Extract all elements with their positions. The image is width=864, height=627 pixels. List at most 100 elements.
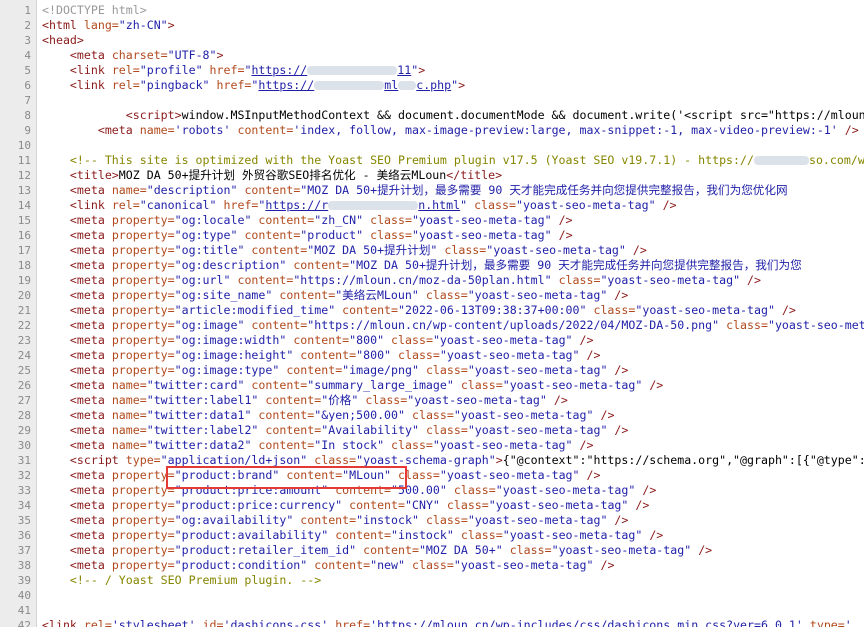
- code-token: content=: [258, 408, 315, 422]
- code-token: />: [781, 303, 796, 317]
- source-line: 23 <meta property="og:image:width" conte…: [0, 333, 864, 348]
- source-link[interactable]: https://r: [265, 198, 328, 212]
- line-number: 16: [17, 229, 31, 242]
- line-content: <meta name="twitter:card" content="summa…: [42, 378, 663, 393]
- source-line: 37 <meta property="product:retailer_item…: [0, 543, 864, 558]
- code-token: "twitter:label2": [146, 423, 266, 437]
- code-token: "instock": [391, 528, 461, 542]
- line-content: <meta name="twitter:label1" content="价格"…: [42, 393, 568, 408]
- code-token: <meta: [69, 468, 112, 482]
- code-token: content=: [265, 393, 322, 407]
- code-token: "summary_large_image": [307, 378, 461, 392]
- source-link[interactable]: ml: [384, 78, 398, 92]
- source-line: 12 <title>MOZ DA 50+提升计划 外贸谷歌SEO排名优化 - 美…: [0, 168, 864, 183]
- line-number: 20: [17, 289, 31, 302]
- line-number: 9: [24, 124, 31, 137]
- code-token: property=: [111, 543, 175, 557]
- code-token: class=: [314, 453, 357, 467]
- code-token: name=: [139, 123, 175, 137]
- code-token: property=: [111, 333, 175, 347]
- code-token: "yoast-seo-meta-tag": [407, 393, 554, 407]
- code-token: "description": [146, 183, 245, 197]
- code-token: "article:modified_time": [174, 303, 343, 317]
- code-token: "https://mloun.cn/moz-da-50plan.html": [293, 273, 559, 287]
- code-token: class=: [460, 378, 503, 392]
- line-content: <link rel="profile" href="https://11">: [42, 63, 425, 78]
- line-content: <meta property="og:availability" content…: [42, 513, 628, 528]
- source-line: 2 <html lang="zh-CN">: [0, 18, 864, 33]
- code-token: "yoast-seo-meta-tag": [412, 228, 559, 242]
- line-content: <meta name='robots' content='index, foll…: [42, 123, 859, 138]
- code-token: "og:locale": [174, 213, 259, 227]
- source-line: 30 <meta name="twitter:data2" content="I…: [0, 438, 864, 453]
- source-link[interactable]: n.html: [418, 198, 460, 212]
- code-token: MOZ DA 50+提升计划 外贸谷歌SEO排名优化 - 美络云MLoun: [118, 168, 447, 182]
- code-token: <meta: [69, 438, 112, 452]
- line-number: 3: [24, 34, 31, 47]
- line-content: <meta property="og:locale" content="zh_C…: [42, 213, 573, 228]
- code-token: content=: [251, 318, 308, 332]
- code-token: "美络云MLoun": [335, 288, 426, 302]
- line-number: 36: [17, 529, 31, 542]
- code-token: <meta: [69, 558, 112, 572]
- code-token: property=: [111, 273, 175, 287]
- line-number: 2: [24, 19, 31, 32]
- code-token: class=: [365, 393, 408, 407]
- code-token: <meta: [69, 183, 112, 197]
- source-line: 11 <!-- This site is optimized with the …: [0, 153, 864, 168]
- code-token: "yoast-seo-meta-tag": [453, 408, 601, 422]
- code-token: "product:condition": [174, 558, 315, 572]
- code-token: "yoast-seo-meta-tag": [635, 303, 782, 317]
- code-token: class=: [453, 483, 496, 497]
- line-content: <meta name="twitter:label2" content="Ava…: [42, 423, 628, 438]
- code-token: />: [579, 438, 594, 452]
- code-token: id=: [202, 618, 224, 627]
- code-token: "yoast-seo-meta-tag": [411, 213, 559, 227]
- code-token: />: [642, 483, 657, 497]
- line-content: <head>: [42, 33, 84, 48]
- code-token: >: [167, 18, 175, 32]
- line-content: <meta property="og:description" content=…: [42, 258, 802, 273]
- code-token: class=: [425, 513, 468, 527]
- source-line: 14 <link rel="canonical" href= " https://r…: [0, 198, 864, 213]
- code-token: content=: [349, 498, 405, 512]
- code-token: 'index, follow, max-image-preview:large,…: [293, 123, 845, 137]
- code-token: class=: [411, 408, 454, 422]
- code-token: "og:type": [174, 228, 245, 242]
- code-token: "og:availability": [174, 513, 301, 527]
- code-token: property=: [111, 348, 175, 362]
- code-token: "yoast-seo-meta-tag": [600, 273, 748, 287]
- line-content: <meta property="product:condition" conte…: [42, 558, 615, 573]
- source-link[interactable]: https://: [258, 78, 314, 92]
- source-line: 33 <meta property="product:price:amount"…: [0, 483, 864, 498]
- line-number: 38: [17, 559, 31, 572]
- redacted-text: [398, 81, 417, 90]
- code-token: rel=: [83, 618, 112, 627]
- source-viewer: 1 <!DOCTYPE html> 2 <html lang="zh-CN"> 3 <he…: [0, 0, 864, 627]
- code-token: "product:availability": [174, 528, 336, 542]
- code-token: type=: [125, 453, 161, 467]
- code-token: "product:price:currency": [174, 498, 350, 512]
- code-token: property=: [111, 213, 175, 227]
- code-token: name=: [111, 408, 147, 422]
- code-token: <meta: [97, 123, 140, 137]
- code-token: content=: [314, 558, 371, 572]
- source-link[interactable]: https://: [251, 63, 307, 77]
- source-line: 15 <meta property="og:locale" content="z…: [0, 213, 864, 228]
- code-token: />: [579, 333, 594, 347]
- line-content: <!DOCTYPE html>: [42, 3, 147, 18]
- code-token: 'stylesheet': [111, 618, 203, 627]
- code-token: property=: [111, 243, 175, 257]
- code-token: "&yen;500.00": [314, 408, 412, 422]
- code-token: >: [495, 453, 503, 467]
- source-link[interactable]: 11: [397, 63, 411, 77]
- source-link[interactable]: c.php: [416, 78, 451, 92]
- line-number: 32: [17, 469, 31, 482]
